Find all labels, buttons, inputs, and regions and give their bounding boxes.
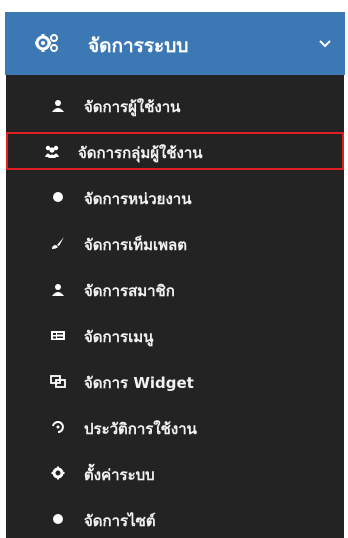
circle-icon xyxy=(53,514,63,524)
user-icon xyxy=(52,100,64,112)
chevron-down-icon[interactable] xyxy=(319,40,331,48)
menu-item-usage-history[interactable]: ประวัติการใช้งาน xyxy=(6,408,344,446)
menu-header-label: จัดการระบบ xyxy=(88,35,189,57)
menu-item-manage-users[interactable]: จัดการผู้ใช้งาน xyxy=(6,86,344,124)
menu-item-label: ประวัติการใช้งาน xyxy=(84,420,197,438)
widget-icon xyxy=(50,375,66,388)
brush-icon xyxy=(52,237,64,249)
menu-item-label: จัดการผู้ใช้งาน xyxy=(84,98,181,116)
menu-item-manage-templates[interactable]: จัดการเท็มเพลต xyxy=(6,224,344,262)
menu-item-manage-members[interactable]: จัดการสมาชิก xyxy=(6,270,344,308)
circle-icon xyxy=(53,192,63,202)
menu-item-manage-menus[interactable]: จัดการเมนู xyxy=(6,316,344,354)
menu-item-label: จัดการ Widget xyxy=(84,374,194,392)
menu-item-manage-widget[interactable]: จัดการ Widget xyxy=(6,362,344,400)
menu-item-manage-sites[interactable]: จัดการไซต์ xyxy=(6,500,344,538)
user-icon xyxy=(52,284,64,296)
users-group-icon xyxy=(45,145,59,158)
cogs-icon xyxy=(35,34,58,52)
menu-item-manage-user-groups[interactable]: จัดการกลุ่มผู้ใช้งาน xyxy=(6,132,344,170)
gear-icon xyxy=(51,466,65,480)
menu-item-label: จัดการเท็มเพลต xyxy=(84,236,187,254)
history-icon xyxy=(52,421,64,433)
submenu-list: จัดการผู้ใช้งาน จัดการกลุ่มผู้ใช้งาน จัด… xyxy=(6,75,344,538)
menu-item-label: ตั้งค่าระบบ xyxy=(84,466,155,484)
menu-item-label: จัดการไซต์ xyxy=(84,512,156,530)
menu-item-manage-departments[interactable]: จัดการหน่วยงาน xyxy=(6,178,344,216)
menu-header-system-management[interactable]: จัดการระบบ xyxy=(5,12,345,75)
menu-item-label: จัดการสมาชิก xyxy=(84,282,175,300)
menu-item-label: จัดการหน่วยงาน xyxy=(84,190,192,208)
admin-sidebar-menu: จัดการระบบ จัดการผู้ใช้งาน จัดการกลุ่มผู… xyxy=(0,0,348,538)
menu-item-system-settings[interactable]: ตั้งค่าระบบ xyxy=(6,454,344,492)
menu-item-label: จัดการเมนู xyxy=(84,328,154,346)
list-card-icon xyxy=(51,331,65,340)
menu-item-label: จัดการกลุ่มผู้ใช้งาน xyxy=(78,144,203,162)
